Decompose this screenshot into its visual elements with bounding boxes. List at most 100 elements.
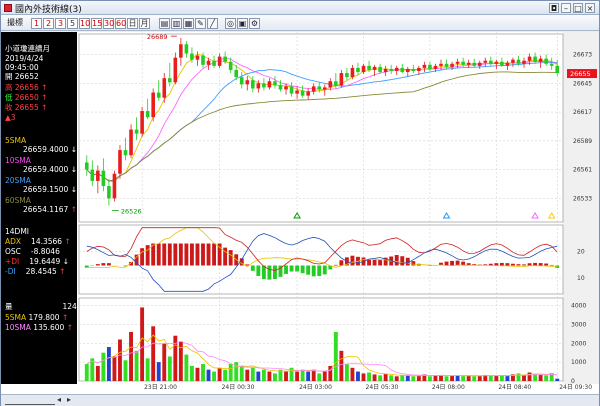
volume-bar-29: [245, 369, 250, 381]
osc-bar-18: [184, 243, 189, 266]
volume-bar-65: [444, 376, 449, 381]
candle-body-78: [516, 59, 521, 64]
osc-bar-26: [228, 250, 233, 266]
candle-body-41: [311, 86, 316, 92]
chart-area[interactable]: 23日 21:00 24日 00:30 24日 03:00 24日 05:30 24日 …: [1, 32, 599, 397]
osc-bar-52: [372, 259, 377, 266]
volume-bar-26: [228, 364, 233, 381]
volume-bar-34: [273, 373, 277, 381]
bar-style-icon[interactable]: ▥: [171, 18, 182, 29]
osc-bar-75: [499, 262, 504, 266]
volume-bar-57: [400, 375, 405, 381]
candle-body-13: [156, 92, 161, 98]
osc-bar-36: [284, 265, 288, 274]
osc-bar-4: [106, 263, 111, 266]
candle-body-15: [167, 78, 172, 83]
time-label-3: 24日 05:30: [366, 384, 399, 391]
vol-tick-2: 2000: [571, 340, 586, 347]
toolbar: 撮標 1 2 3 5 10 15 30 60 日月 ▤ ▥ ▦ ✎ ╱ ◎ ▣ ⚙: [1, 15, 599, 31]
osc-bar-43: [322, 265, 327, 275]
period-button-5[interactable]: 5: [67, 18, 78, 29]
price-tick-1: 26645: [573, 80, 592, 87]
volume-bar-14: [162, 343, 167, 381]
candle-body-55: [389, 68, 393, 71]
period-button-月[interactable]: 月: [139, 18, 150, 29]
candle-body-29: [245, 80, 250, 85]
high-annotation: 26689: [147, 33, 168, 41]
osc-bar-67: [455, 260, 460, 266]
indicator-menu[interactable]: 撮標: [4, 18, 26, 29]
draw-icon[interactable]: ✎: [195, 18, 206, 29]
volume-bar-42: [317, 373, 322, 381]
candle-body-34: [273, 81, 277, 86]
scroll-left-icon[interactable]: ◂: [57, 395, 61, 404]
maximize-button[interactable]: □: [573, 3, 583, 13]
period-button-1[interactable]: 1: [31, 18, 42, 29]
candle-body-68: [461, 61, 465, 65]
find-icon[interactable]: ◎: [225, 18, 236, 29]
volume-bar-13: [156, 362, 161, 381]
candle-body-7: [123, 150, 128, 156]
volume-bar-7: [123, 360, 128, 381]
candle-body-9: [134, 129, 139, 134]
time-label-1: 24日 00:30: [222, 384, 255, 391]
candle-body-32: [262, 83, 266, 88]
candle-body-42: [317, 86, 322, 90]
candle-body-3: [101, 170, 106, 187]
dmi-row-0: ADX 14.3566 ↑: [5, 237, 71, 246]
candle-body-62: [428, 64, 432, 69]
chart-icon[interactable]: ▣: [237, 18, 248, 29]
candle-body-19: [190, 53, 194, 60]
period-button-30[interactable]: 30: [103, 18, 114, 29]
layout-icon[interactable]: ▤: [159, 18, 170, 29]
period-button-日[interactable]: 日: [127, 18, 138, 29]
volume-bar-20: [195, 367, 200, 381]
volume-bar-53: [378, 375, 383, 381]
vol-ma-row-0: 5SMA 179.800 ↑: [5, 313, 69, 322]
osc-bar-2: [95, 264, 100, 266]
candle-body-44: [328, 81, 333, 88]
chart-svg[interactable]: 23日 21:00 24日 00:30 24日 03:00 24日 05:30 24日 …: [1, 32, 599, 394]
minimize-button[interactable]: –: [561, 3, 571, 13]
scroll-right-icon[interactable]: ▸: [67, 395, 71, 404]
period-button-15[interactable]: 15: [91, 18, 102, 29]
candle-body-6: [118, 150, 122, 174]
osc-bar-57: [400, 256, 405, 266]
zoom-slider[interactable]: [5, 397, 55, 405]
change-value: ▲3: [5, 113, 16, 122]
volume-bar-23: [212, 371, 217, 381]
volume-bar-39: [300, 369, 305, 381]
volume-bar-11: [145, 358, 150, 381]
period-button-3[interactable]: 3: [55, 18, 66, 29]
osc-bar-77: [511, 263, 515, 266]
window-title: 國內外技術線(3): [15, 5, 82, 15]
volume-bar-55: [389, 375, 394, 381]
volume-bar-79: [522, 375, 526, 381]
candle-body-1: [90, 169, 95, 181]
volume-bar-18: [184, 354, 189, 381]
chart-window: 國內外技術線(3) ◘ – □ × 撮標 1 2 3 5 10 15 30 60 日月 ▤ ▥ ▦ ✎ ╱…: [0, 0, 600, 406]
candle-body-24: [217, 56, 222, 66]
period-button-60[interactable]: 60: [115, 18, 126, 29]
settings-icon[interactable]: ⚙: [249, 18, 260, 29]
grid-icon[interactable]: ▦: [183, 18, 194, 29]
volume-bar-49: [356, 371, 360, 381]
volume-bar-31: [256, 371, 261, 381]
detach-button[interactable]: ◘: [549, 3, 559, 13]
candle-body-48: [350, 67, 355, 78]
ma-value-0: 26659.4000 ↓: [23, 145, 78, 154]
candle-body-25: [223, 56, 227, 62]
candle-body-31: [256, 83, 261, 89]
volume-bar-3: [101, 352, 106, 381]
volume-bar-43: [322, 371, 327, 381]
osc-bar-15: [167, 243, 172, 266]
candle-body-73: [489, 60, 493, 64]
period-button-10[interactable]: 10: [79, 18, 90, 29]
volume-bar-15: [167, 356, 172, 381]
line-icon[interactable]: ╱: [207, 18, 218, 29]
close-button[interactable]: ×: [585, 3, 595, 13]
candle-body-51: [367, 65, 371, 70]
volume-bar-8: [129, 331, 133, 381]
osc-bar-83: [544, 263, 549, 266]
period-button-2[interactable]: 2: [43, 18, 54, 29]
